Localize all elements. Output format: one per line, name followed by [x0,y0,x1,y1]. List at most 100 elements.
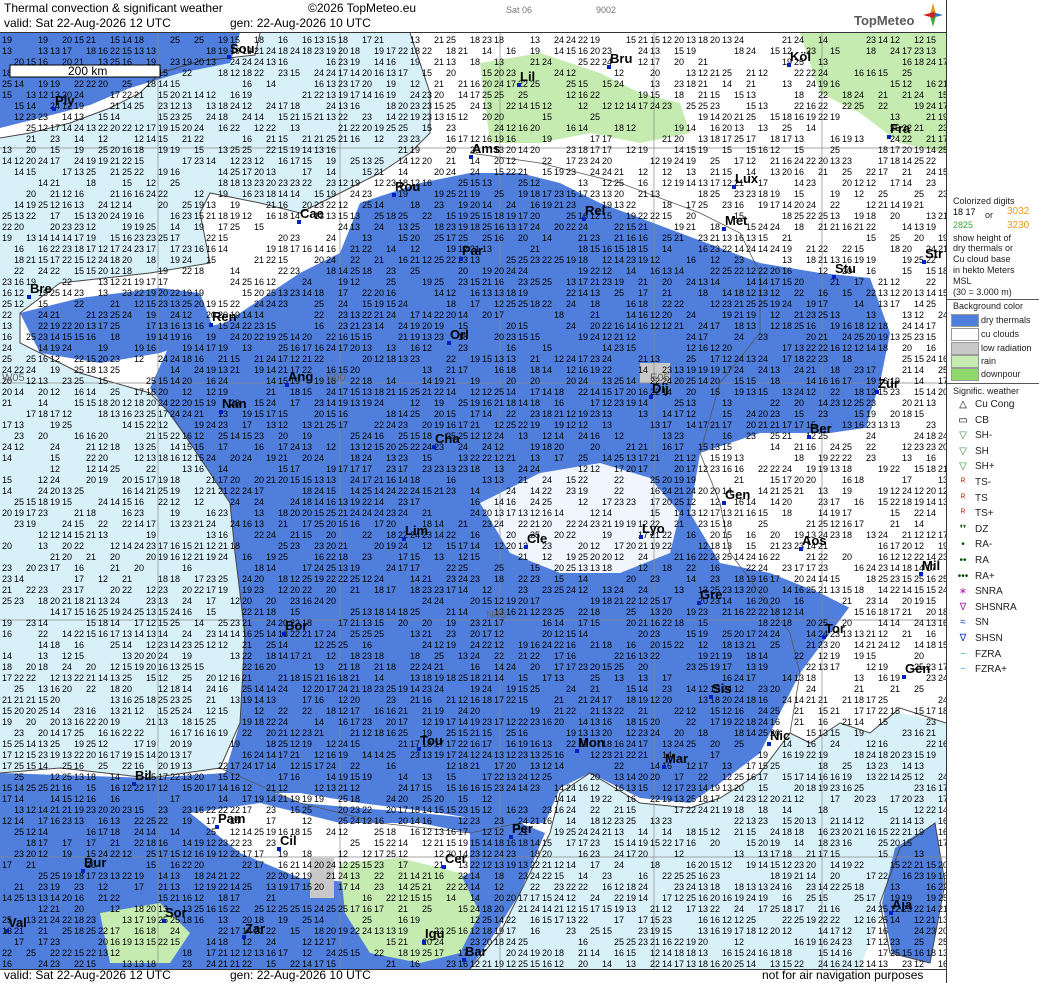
digit-cell: 25 [278,739,288,749]
digit-cell: 15 [50,145,60,155]
digit-cell: 13 [218,145,228,155]
digit-cell: 17 [26,508,36,518]
digit-cell: 16 [230,673,240,683]
digit-cell: 13 [110,695,120,705]
digit-cell: 12 [602,255,612,265]
digit-cell: 16 [2,332,12,342]
digit-cell: 13 [338,563,348,573]
digit-cell: 22 [566,739,576,749]
digit-cell: 13 [38,684,48,694]
topmeteo-logo[interactable]: TopMeteo [846,2,946,30]
digit-cell: 15 [602,926,612,936]
digit-cell: 25 [938,574,946,584]
digit-cell: 12 [182,849,192,859]
digit-cell: 25 [182,695,192,705]
digit-cell: 18 [650,860,660,870]
digit-cell: 17 [494,761,504,771]
digit-cell: 23 [842,937,852,947]
city-label-ren: Ren [212,309,237,324]
digit-cell: 23 [602,750,612,760]
digit-cell: 12 [350,277,360,287]
digit-cell: 18 [218,112,228,122]
digit-cell: 19 [278,915,288,925]
digit-cell: 14 [806,376,816,386]
digit-cell: 12 [254,706,264,716]
digit-cell: 16 [170,211,180,221]
digit-cell: 23 [590,838,600,848]
digit-cell: 16 [74,640,84,650]
digit-cell: 18 [134,398,144,408]
digit-cell: 17 [938,101,946,111]
digit-cell: 16 [170,552,180,562]
digit-cell: 16 [722,431,732,441]
city-label-cil: Cil [280,833,297,848]
digit-cell: 16 [578,90,588,100]
digit-cell: 19 [698,365,708,375]
digit-cell: 19 [686,156,696,166]
digit-cell: 20 [482,79,492,89]
digit-cell: 18 [290,673,300,683]
digit-cell: 16 [830,343,840,353]
digit-cell: 12 [602,816,612,826]
digit-cell: 16 [854,497,864,507]
digit-cell: 23 [2,563,12,573]
digit-cell: 17 [710,321,720,331]
digit-cell: 23 [710,574,720,584]
digit-cell: 22 [806,211,816,221]
digit-cell: 12 [554,629,564,639]
digit-cell: 12 [542,552,552,562]
digit-cell: 14 [638,398,648,408]
digit-cell: 19 [758,750,768,760]
digit-cell: 23 [134,409,144,419]
digit-cell: 20 [722,112,732,122]
digit-cell: 20 [506,376,516,386]
digit-cell: 15 [914,354,924,364]
digit-cell: 21 [266,134,276,144]
digit-cell: 15 [458,794,468,804]
digit-cell: 16 [638,387,648,397]
digit-cell: 21 [458,189,468,199]
digit-cell: 14 [914,519,924,529]
digit-cell: 21 [86,530,96,540]
digit-cell: 22 [746,607,756,617]
digit-cell: 16 [470,739,480,749]
digit-cell: 13 [758,882,768,892]
digit-cell: 20 [170,739,180,749]
digit-cell: 16 [182,607,192,617]
digit-cell: 14 [218,783,228,793]
weather-map[interactable]: 19 19 20 15 21 15 14 18 25 25 19 15 18 16 16 13 15 18 17 21… [0,32,946,970]
digit-cell: 21 [26,860,36,870]
digit-cell: 22 [314,310,324,320]
digit-cell: 16 [854,68,864,78]
digit-cell: 15 [890,706,900,716]
digit-cell: 24 [758,629,768,639]
digit-cell: 25 [398,211,408,221]
digit-cell: 21 [194,541,204,551]
digit-cell: 19 [158,123,168,133]
generated-time: gen: 22-Aug-2026 10 UTC [230,16,371,30]
digit-cell: 12 [686,497,696,507]
city-label-cle: Cle [527,531,547,546]
digit-cell: 24 [338,739,348,749]
digit-cell: 21 [530,244,540,254]
digit-cell: 12 [158,783,168,793]
digit-cell: 19 [26,200,36,210]
digit-cell: 13 [818,662,828,672]
digit-cell: 21 [434,662,444,672]
city-label-str: Str [925,246,943,261]
city-label-met: Met [725,213,748,228]
digit-cell: 15 [158,134,168,144]
digit-cell: 12 [602,101,612,111]
digit-cell: 19 [266,827,276,837]
digit-cell: 14 [926,904,936,914]
digit-cell: 16 [842,321,852,331]
digit-cell: 17 [638,453,648,463]
digit-cell: 21 [110,563,120,573]
digit-cell: 15 [518,695,528,705]
digit-cell: 14 [878,35,888,45]
digit-cell: 24 [350,508,360,518]
digit-cell: 18 [734,574,744,584]
digit-cell: 22 [158,937,168,947]
digit-cell: 17 [170,244,180,254]
digit-cell: 20 [62,35,72,45]
